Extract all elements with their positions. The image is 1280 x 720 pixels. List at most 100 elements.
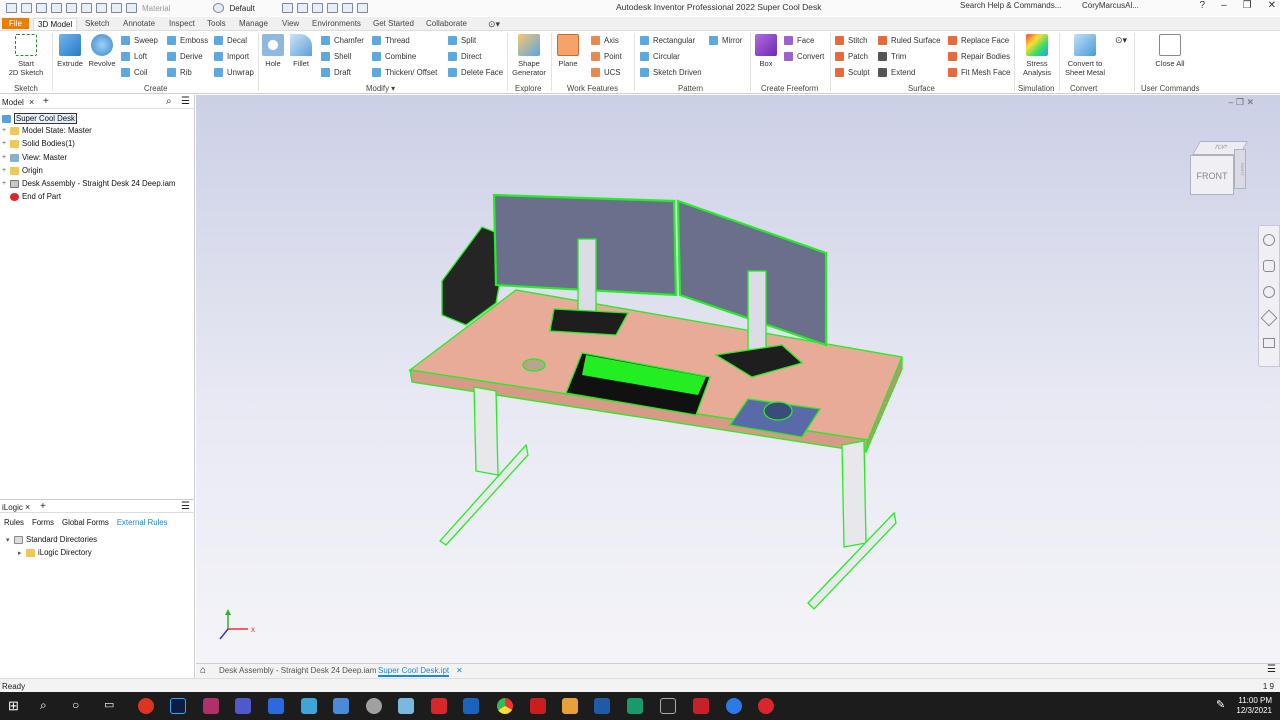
tab-ilogic[interactable]: iLogic [2,503,23,512]
app-icon[interactable] [660,698,676,714]
doc-tab-desk-assembly[interactable]: Desk Assembly - Straight Desk 24 Deep.ia… [219,666,376,675]
windows-start-icon[interactable]: ⊞ [8,698,24,714]
viewcube-right[interactable]: RIGHT [1234,149,1246,189]
tree-item-origin[interactable]: + Origin [2,166,43,175]
solidworks-icon[interactable] [693,698,709,714]
hole-button[interactable]: Hole [260,34,286,68]
doc-tab-super-cool-desk[interactable]: Super Cool Desk.ipt [378,666,450,677]
minimize-icon[interactable]: – [1221,0,1227,11]
group-label-modify[interactable]: Modify ▾ [366,84,395,93]
sculpt-button[interactable]: Sculpt [835,68,870,77]
steering-wheel-icon[interactable] [1263,234,1275,246]
inventor-icon[interactable] [562,698,578,714]
search-icon[interactable]: ⌕ [166,96,172,107]
search-help-input[interactable]: Search Help & Commands... [956,1,1076,13]
tree-item-view[interactable]: + View: Master [2,153,67,162]
extrude-button[interactable]: Extrude [55,34,85,68]
color-icon[interactable] [126,3,137,13]
freeform-face-button[interactable]: Face [784,36,814,45]
point-button[interactable]: Point [591,52,622,61]
combine-button[interactable]: Combine [372,52,416,61]
appearance-dropdown[interactable]: Default [229,4,254,13]
thread-button[interactable]: Thread [372,36,410,45]
import-button[interactable]: Import [214,52,249,61]
pan-icon[interactable] [1263,260,1275,272]
rectangular-pattern-button[interactable]: Rectangular [640,36,695,45]
tab-get-started[interactable]: Get Started [369,18,418,29]
tree-item-model-state[interactable]: + Model State: Master [2,126,92,135]
chamfer-button[interactable]: Chamfer [321,36,364,45]
ucs-button[interactable]: UCS [591,68,620,77]
split-button[interactable]: Split [448,36,476,45]
fx-icon[interactable] [311,3,323,13]
ilogic-tab-global-forms[interactable]: Global Forms [62,518,109,527]
sketch-driven-pattern-button[interactable]: Sketch Driven [640,68,702,77]
tab-collaborate[interactable]: Collaborate [422,18,471,29]
stitch-button[interactable]: Stitch [835,36,868,45]
app-icon[interactable] [627,698,643,714]
plane-button[interactable]: Plane [554,34,582,68]
axis-button[interactable]: Axis [591,36,619,45]
photoshop-icon[interactable] [170,698,186,714]
tree-item-ilogic-directory[interactable]: ▸ iLogic Directory [18,548,92,557]
app-icon[interactable] [758,698,774,714]
new-icon[interactable] [6,3,17,13]
shape-generator-button[interactable]: Shape Generator [509,34,549,77]
emboss-button[interactable]: Emboss [167,36,208,45]
home-icon[interactable] [81,3,92,13]
orbit-icon[interactable] [1260,309,1278,327]
fit-mesh-face-button[interactable]: Fit Mesh Face [948,68,1010,77]
tab-tools[interactable]: Tools [203,18,230,29]
close-doc-tab-icon[interactable]: ✕ [456,666,463,675]
select-icon[interactable] [111,3,122,13]
ruled-surface-button[interactable]: Ruled Surface [878,36,940,45]
freeform-box-button[interactable]: Box [753,34,779,68]
tab-file[interactable]: File [2,18,29,29]
revolve-button[interactable]: Revolve [87,34,117,68]
print-icon[interactable] [341,3,353,13]
autocad-icon[interactable] [530,698,546,714]
app-icon[interactable] [726,698,742,714]
tree-item-root[interactable]: Super Cool Desk [2,113,77,124]
app-icon[interactable] [268,698,284,714]
chrome-icon[interactable] [497,698,513,714]
sweep-button[interactable]: Sweep [121,36,158,45]
open-icon[interactable] [21,3,32,13]
app-icon[interactable] [203,698,219,714]
ilogic-menu-icon[interactable]: ☰ [181,501,190,512]
start-2d-sketch-button[interactable]: Start 2D Sketch [6,34,46,77]
tab-annotate[interactable]: Annotate [119,18,159,29]
circular-pattern-button[interactable]: Circular [640,52,680,61]
tab-sketch[interactable]: Sketch [81,18,113,29]
ilogic-tab-external-rules[interactable]: External Rules [117,518,168,527]
coil-button[interactable]: Coil [121,68,147,77]
search-icon[interactable]: ⌕ [40,698,56,714]
tab-environments[interactable]: Environments [308,18,365,29]
patch-button[interactable]: Patch [835,52,868,61]
pen-icon[interactable]: ✎ [1216,698,1232,714]
folder-app-icon[interactable] [301,698,317,714]
teams-icon[interactable] [235,698,251,714]
tab-view[interactable]: View [278,18,303,29]
unwrap-button[interactable]: Unwrap [214,68,254,77]
maximize-icon[interactable]: ❐ [1243,0,1252,11]
shell-button[interactable]: Shell [321,52,351,61]
ribbon-more-icon[interactable]: ⊙▾ [1115,35,1127,46]
extend-button[interactable]: Extend [878,68,915,77]
delete-face-button[interactable]: Delete Face [448,68,503,77]
graphics-viewport[interactable]: x TOP FRONT RIGHT – ❐ ✕ [196,95,1280,663]
clear-icon[interactable] [296,3,308,13]
ribbon-options-icon[interactable]: ⊙▾ [484,18,504,31]
tree-item-solid-bodies[interactable]: + Solid Bodies(1) [2,139,75,148]
material-dropdown[interactable]: Material [142,4,170,13]
tab-inspect[interactable]: Inspect [165,18,199,29]
update-icon[interactable] [96,3,107,13]
thicken-offset-button[interactable]: Thicken/ Offset [372,68,437,77]
undo-icon[interactable] [51,3,62,13]
system-clock[interactable]: 11:00 PM 12/3/2021 [1236,696,1272,716]
replace-face-button[interactable]: Replace Face [948,36,1009,45]
freeform-convert-button[interactable]: Convert [784,52,824,61]
look-at-icon[interactable] [1263,338,1275,348]
loft-button[interactable]: Loft [121,52,147,61]
close-icon[interactable]: ✕ [1268,0,1276,11]
